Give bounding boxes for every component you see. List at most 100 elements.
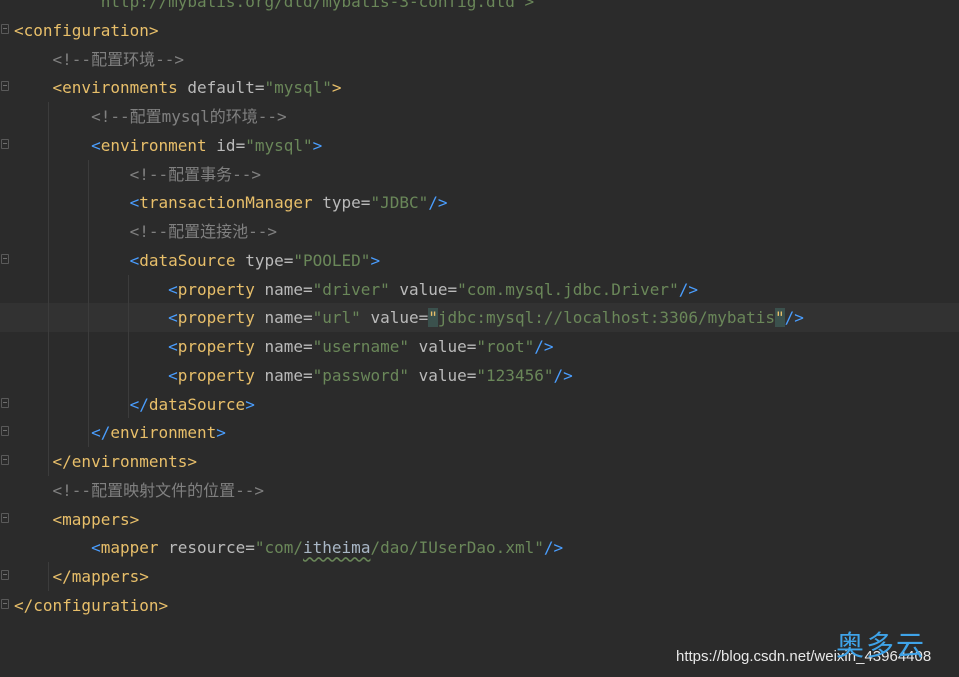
fold-collapse-icon[interactable] — [1, 426, 9, 437]
gutter — [0, 361, 12, 390]
code-token: < — [14, 279, 178, 299]
code-line[interactable]: <mappers> — [0, 505, 959, 534]
gutter — [0, 390, 12, 419]
code-editor[interactable]: "http://mybatis.org/dtd/mybatis-3-config… — [0, 0, 959, 677]
code-token: > — [216, 423, 226, 443]
code-text: </environment> — [14, 418, 226, 447]
code-token: < — [14, 135, 101, 155]
code-line[interactable]: <!--配置环境--> — [0, 45, 959, 74]
code-token: /> — [543, 538, 564, 558]
code-token: </configuration> — [14, 595, 169, 615]
code-text: </configuration> — [14, 591, 168, 620]
code-line[interactable]: "http://mybatis.org/dtd/mybatis-3-config… — [0, 0, 959, 16]
code-line[interactable]: </dataSource> — [0, 390, 959, 419]
fold-expand-icon[interactable] — [1, 253, 9, 264]
code-token: "JDBC" — [370, 193, 429, 213]
code-text: <property name="url" value="jdbc:mysql:/… — [14, 303, 804, 332]
code-token: > — [370, 250, 381, 270]
code-line[interactable]: <environment id="mysql"> — [0, 131, 959, 160]
code-token: < — [14, 365, 178, 385]
code-token: resource= — [168, 538, 255, 558]
code-line[interactable]: <!--配置连接池--> — [0, 217, 959, 246]
code-token: < — [14, 250, 140, 270]
code-text: <mapper resource="com/itheima/dao/IUserD… — [14, 533, 563, 562]
code-line[interactable]: </configuration> — [0, 591, 959, 620]
code-line[interactable]: <configuration> — [0, 16, 959, 45]
code-token: /> — [534, 337, 554, 356]
gutter — [0, 102, 12, 131]
code-line[interactable]: <!--配置事务--> — [0, 160, 959, 189]
code-token: name= — [264, 279, 313, 299]
code-line[interactable]: <!--配置mysql的环境--> — [0, 102, 959, 131]
gutter — [0, 332, 12, 361]
code-line[interactable]: <!--配置映射文件的位置--> — [0, 476, 959, 505]
code-line[interactable]: <property name="password" value="123456"… — [0, 361, 959, 390]
code-token: value= — [418, 365, 477, 385]
gutter — [0, 188, 12, 217]
gutter — [0, 246, 12, 275]
code-text: <property name="username" value="root"/> — [14, 332, 553, 361]
code-text: </dataSource> — [14, 390, 255, 419]
gutter — [0, 476, 12, 505]
code-token: "username" — [312, 337, 419, 356]
gutter — [0, 275, 12, 304]
code-line[interactable]: <dataSource type="POOLED"> — [0, 246, 959, 275]
code-token: > — [245, 394, 255, 414]
code-token: <!--配置事务--> — [14, 164, 262, 184]
code-token: property — [177, 365, 265, 385]
fold-collapse-icon[interactable] — [1, 598, 9, 609]
code-token: /> — [678, 279, 698, 299]
code-text: <!--配置映射文件的位置--> — [14, 476, 264, 505]
code-token: environment — [110, 423, 217, 443]
gutter — [0, 16, 12, 45]
gutter — [0, 45, 12, 74]
code-text: <!--配置mysql的环境--> — [14, 102, 287, 131]
code-token: "com.mysql.jdbc.Driver" — [457, 279, 679, 299]
code-token: name= — [264, 337, 313, 356]
code-token: </environments> — [14, 452, 198, 471]
code-token: "http://mybatis.org/dtd/mybatis-3-config… — [14, 0, 535, 11]
code-token: > — [331, 78, 342, 98]
fold-collapse-icon[interactable] — [1, 397, 9, 408]
code-line[interactable]: </environments> — [0, 447, 959, 476]
code-token: "mysql" — [264, 78, 332, 98]
indent-guide — [88, 159, 89, 447]
code-token: /dao/IUserDao.xml" — [370, 538, 544, 558]
code-line[interactable]: <environments default="mysql"> — [0, 73, 959, 102]
fold-collapse-icon[interactable] — [1, 570, 9, 580]
fold-expand-icon[interactable] — [1, 512, 9, 523]
fold-expand-icon[interactable] — [1, 81, 9, 92]
code-token: <configuration> — [14, 20, 159, 40]
code-text: <dataSource type="POOLED"> — [14, 246, 380, 275]
fold-expand-icon[interactable] — [1, 23, 9, 34]
code-token: property — [177, 308, 265, 328]
code-token: </ — [14, 423, 111, 443]
code-line[interactable]: <property name="url" value="jdbc:mysql:/… — [0, 303, 959, 333]
gutter — [0, 447, 12, 476]
code-line[interactable]: <transactionManager type="JDBC"/> — [0, 188, 959, 217]
code-line[interactable]: <property name="driver" value="com.mysql… — [0, 275, 959, 304]
gutter — [0, 0, 12, 16]
code-token: <!--配置mysql的环境--> — [14, 107, 287, 126]
code-token: id= — [216, 135, 246, 155]
code-line[interactable]: <property name="username" value="root"/> — [0, 332, 959, 361]
code-token: dataSource — [148, 394, 246, 414]
code-line[interactable]: </mappers> — [0, 562, 959, 591]
code-line[interactable]: <mapper resource="com/itheima/dao/IUserD… — [0, 533, 959, 562]
code-token: "password" — [312, 365, 419, 385]
indent-guide — [48, 102, 49, 476]
code-token: < — [14, 337, 178, 356]
code-line[interactable]: </environment> — [0, 418, 959, 447]
code-token: > — [312, 135, 323, 155]
code-text: </environments> — [14, 447, 198, 476]
code-token: <!--配置连接池--> — [14, 222, 278, 241]
code-text: <!--配置环境--> — [14, 45, 184, 74]
fold-expand-icon[interactable] — [1, 138, 9, 149]
code-token: name= — [264, 365, 313, 385]
code-token: type= — [245, 250, 294, 270]
code-token: < — [14, 538, 101, 558]
code-token: environment — [100, 135, 217, 155]
code-token: type= — [322, 193, 371, 213]
code-token: " — [428, 308, 438, 328]
fold-collapse-icon[interactable] — [1, 455, 9, 465]
